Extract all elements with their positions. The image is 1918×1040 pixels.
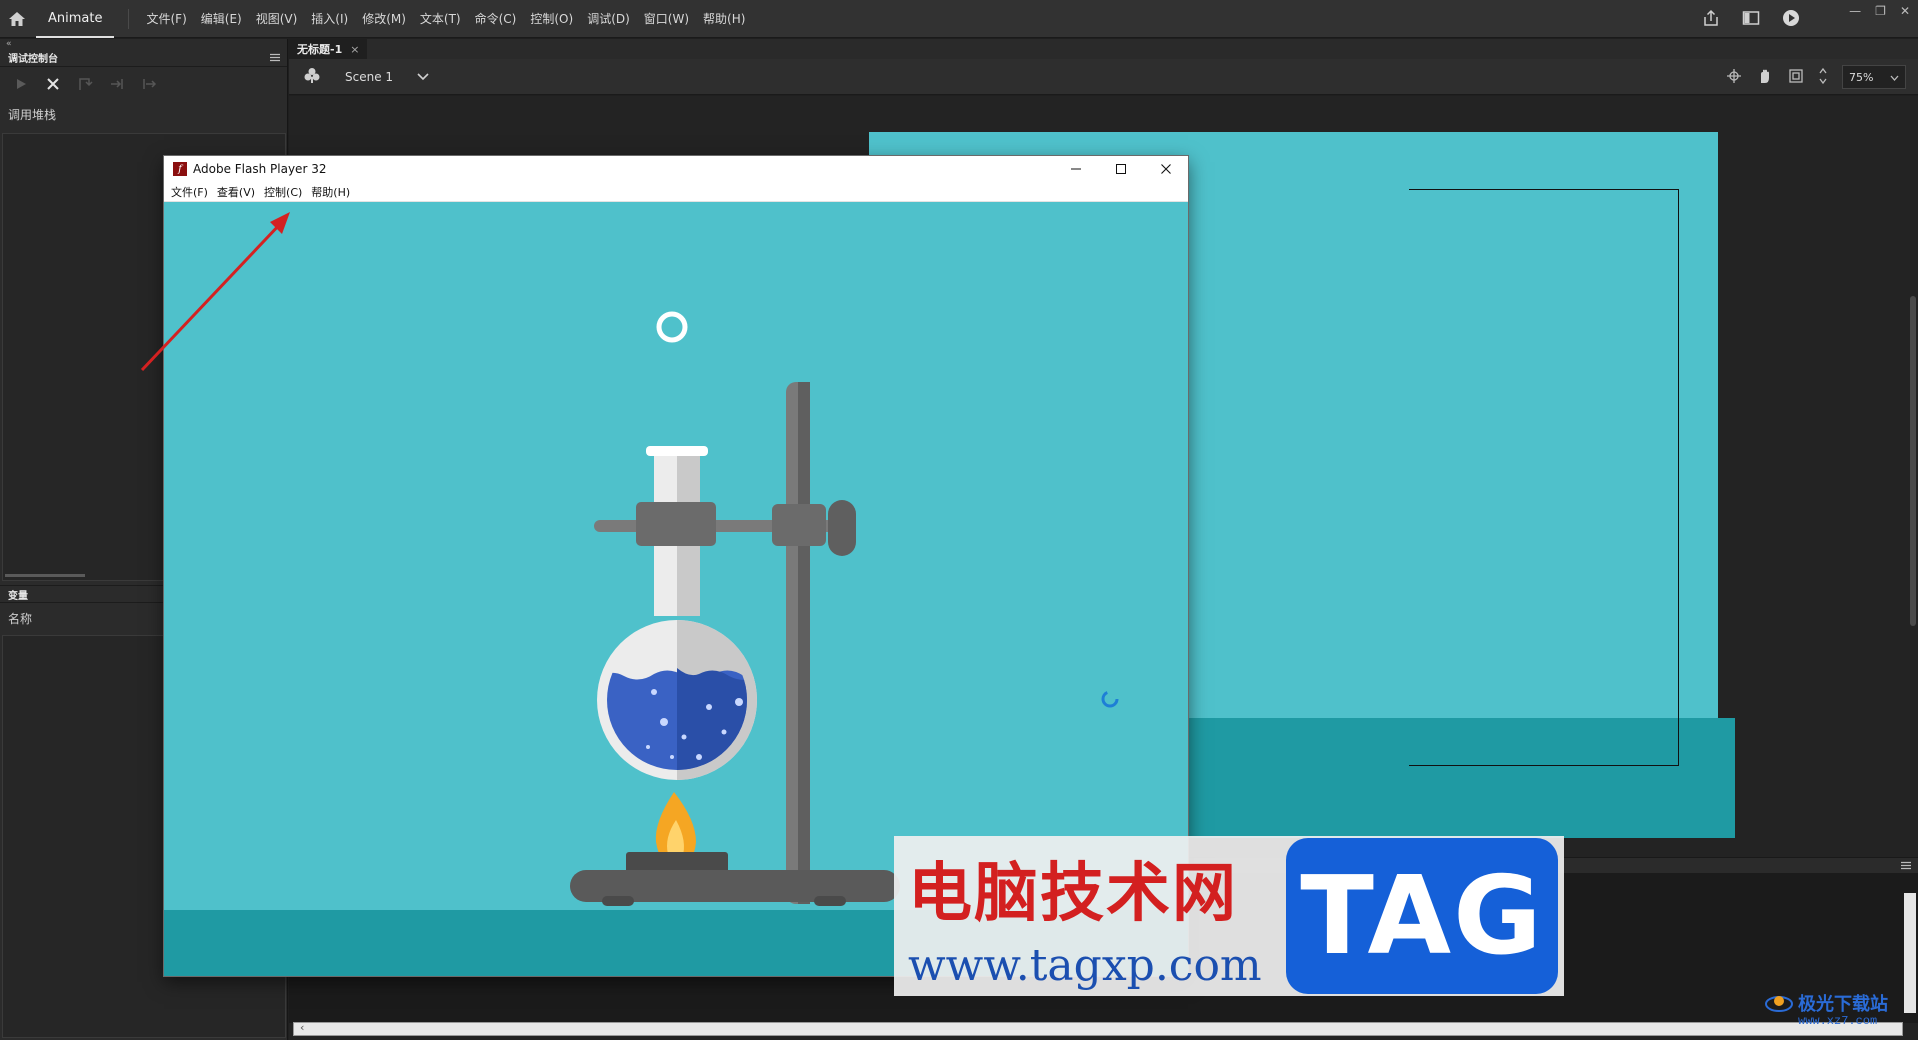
debug-console-tab[interactable]: 调试控制台 <box>8 50 58 65</box>
collapse-panels-button[interactable]: « <box>0 39 287 49</box>
menu-edit[interactable]: 编辑(E) <box>194 10 249 27</box>
center-stage-icon[interactable] <box>1726 68 1742 87</box>
watermark-title: 电脑技术网 <box>908 856 1238 931</box>
flash-window-controls <box>1053 156 1188 182</box>
home-icon[interactable] <box>0 0 34 38</box>
flash-player-titlebar[interactable]: f Adobe Flash Player 32 <box>164 156 1188 182</box>
document-tab[interactable]: 无标题-1 × <box>289 39 368 59</box>
scene-dropdown-icon[interactable] <box>417 70 429 84</box>
call-stack-label: 调用堆栈 <box>8 108 57 122</box>
stage-view-tools: 75% <box>1726 59 1906 95</box>
horizontal-scrollbar[interactable] <box>293 1022 1903 1036</box>
corner-site-badge: 极光下载站 www.xz7.com <box>1764 990 1888 1028</box>
badge-logo-icon <box>1764 991 1794 1016</box>
flash-minimize-icon[interactable] <box>1053 156 1098 182</box>
vertical-scrollbar[interactable] <box>1910 296 1916 626</box>
menu-view[interactable]: 视图(V) <box>249 10 305 27</box>
menu-window[interactable]: 窗口(W) <box>637 10 696 27</box>
app-name: Animate <box>36 0 115 38</box>
document-tabbar: 无标题-1 × <box>289 39 1918 59</box>
menu-insert[interactable]: 插入(I) <box>304 10 355 27</box>
clamp-knob <box>828 500 856 556</box>
continue-icon[interactable] <box>12 75 30 93</box>
workspace-layout-icon[interactable] <box>1742 10 1760 29</box>
flash-player-title: Adobe Flash Player 32 <box>193 162 327 176</box>
zoom-stepper-icon[interactable] <box>1818 66 1828 89</box>
flash-menu-control[interactable]: 控制(C) <box>262 184 309 200</box>
call-stack-scrollbar[interactable] <box>5 574 85 577</box>
document-tab-label: 无标题-1 <box>297 43 343 56</box>
watermark-url: www.tagxp.com <box>908 940 1262 991</box>
step-in-icon[interactable] <box>108 75 126 93</box>
scene-name[interactable]: Scene 1 <box>345 70 393 84</box>
stage-selection-outline <box>1409 189 1679 766</box>
flash-menu-view[interactable]: 查看(V) <box>215 184 262 200</box>
watermark-logo-text: TAG <box>1300 853 1544 979</box>
flask-rim <box>646 446 708 456</box>
flash-menu-help[interactable]: 帮助(H) <box>309 184 357 200</box>
zoom-select[interactable]: 75% <box>1842 65 1906 89</box>
site-watermark: 电脑技术网 www.tagxp.com TAG <box>894 836 1564 996</box>
variables-tab[interactable]: 变量 <box>8 587 28 602</box>
name-column-label: 名称 <box>8 612 33 626</box>
clamp-joint <box>772 504 826 546</box>
restore-icon[interactable]: ❐ <box>1875 4 1886 18</box>
minimize-icon[interactable]: — <box>1849 4 1861 18</box>
flash-player-menubar: 文件(F) 查看(V) 控制(C) 帮助(H) <box>164 182 1188 202</box>
top-right-toolbar <box>1702 0 1800 38</box>
flask-clamp <box>636 502 716 546</box>
window-controls: — ❐ ✕ <box>1849 0 1910 22</box>
step-over-icon[interactable] <box>76 75 94 93</box>
menu-commands[interactable]: 命令(C) <box>468 10 524 27</box>
menu-modify[interactable]: 修改(M) <box>355 10 413 27</box>
share-icon[interactable] <box>1702 9 1720 30</box>
watermark-logo: TAG <box>1286 838 1558 994</box>
test-movie-icon[interactable] <box>1782 9 1800 30</box>
flash-logo-icon: f <box>173 162 187 176</box>
flash-menu-file[interactable]: 文件(F) <box>169 184 215 200</box>
app-menubar: Animate 文件(F) 编辑(E) 视图(V) 插入(I) 修改(M) 文本… <box>0 0 1918 38</box>
debug-toolbar <box>0 67 287 101</box>
menu-debug[interactable]: 调试(D) <box>580 10 637 27</box>
menu-text[interactable]: 文本(T) <box>413 10 468 27</box>
rotate-stage-icon[interactable] <box>1756 67 1774 88</box>
zoom-dropdown-icon[interactable] <box>1890 71 1899 84</box>
timeline-menu-icon[interactable] <box>1900 859 1912 873</box>
document-tab-close-icon[interactable]: × <box>350 43 359 56</box>
step-out-icon[interactable] <box>140 75 158 93</box>
end-session-icon[interactable] <box>44 75 62 93</box>
menu-control[interactable]: 控制(O) <box>523 10 580 27</box>
menu-divider <box>128 8 130 29</box>
flash-close-icon[interactable] <box>1143 156 1188 182</box>
debug-console-header: 调试控制台 <box>0 49 287 67</box>
panel-menu-icon[interactable] <box>269 51 281 65</box>
close-icon[interactable]: ✕ <box>1900 4 1910 18</box>
edit-symbols-icon[interactable] <box>303 66 321 87</box>
flash-maximize-icon[interactable] <box>1098 156 1143 182</box>
menu-help[interactable]: 帮助(H) <box>696 10 752 27</box>
timeline-scrollbar[interactable] <box>1904 893 1916 1013</box>
edit-bar: Scene 1 75% <box>289 59 1918 95</box>
badge-title: 极光下载站 <box>1798 994 1888 1015</box>
badge-url: www.xz7.com <box>1798 1014 1878 1028</box>
menu-file[interactable]: 文件(F) <box>139 10 193 27</box>
zoom-value: 75% <box>1849 70 1874 84</box>
clip-content-icon[interactable] <box>1788 68 1804 87</box>
scroll-left-icon[interactable]: ‹ <box>300 1021 304 1034</box>
